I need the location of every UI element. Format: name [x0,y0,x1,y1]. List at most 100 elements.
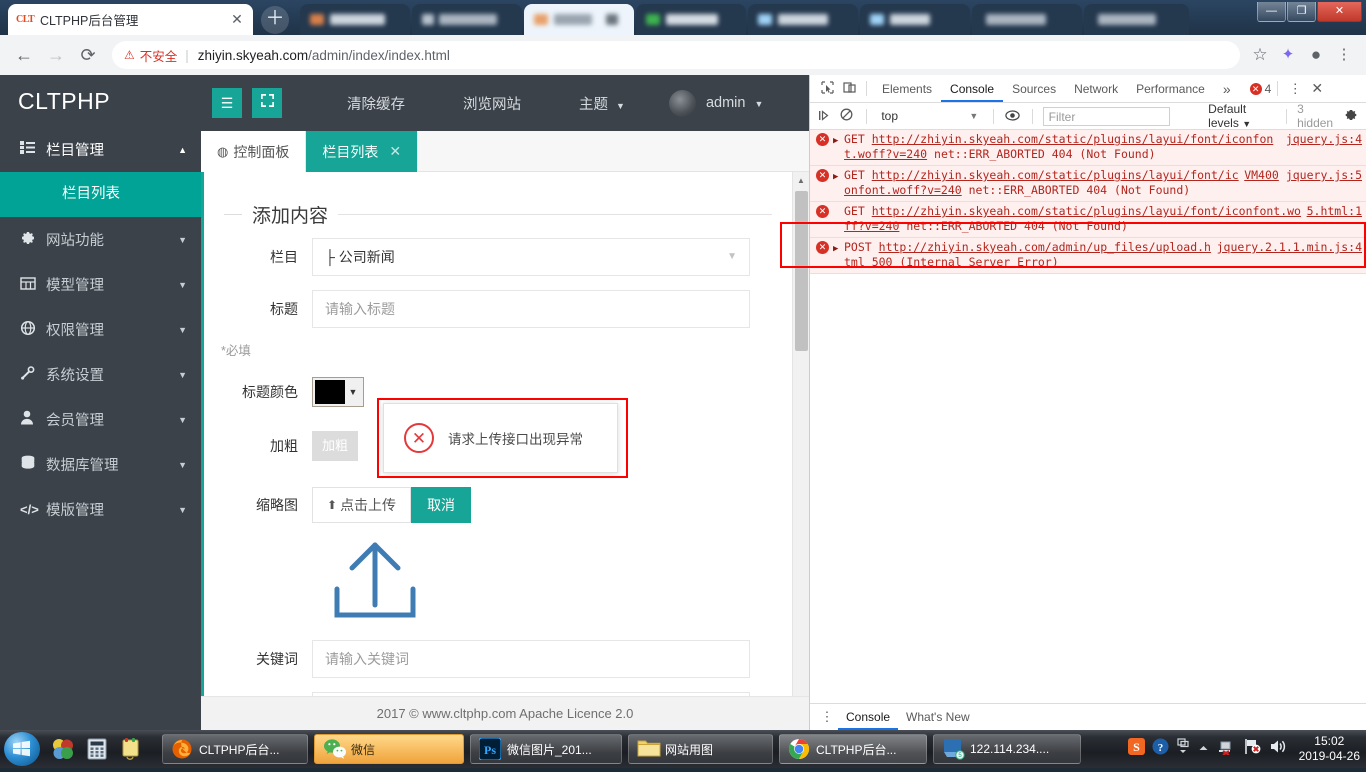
show-hidden-icons-icon[interactable] [1176,737,1190,762]
volume-icon[interactable] [1269,738,1288,760]
bold-toggle-button[interactable]: 加粗 [312,431,358,461]
back-icon[interactable]: ← [8,39,40,71]
expand-arrow-icon[interactable]: ▶ [833,242,840,270]
browser-tab-active[interactable]: CLT CLTPHP后台管理 ✕ [8,4,253,35]
sidebar-item-model-management[interactable]: 模型管理 ▼ [0,262,201,307]
browse-site-link[interactable]: 浏览网站 [463,93,521,114]
show-hidden-arrow-icon[interactable] [1197,740,1210,758]
upload-button[interactable]: ⬆ 点击上传 [312,487,412,523]
browser-tab-inactive[interactable] [524,4,634,35]
tab-column-list[interactable]: 栏目列表 ✕ [306,131,419,172]
execute-context-icon[interactable] [816,109,834,124]
security-label[interactable]: 不安全 [140,46,178,65]
browser-tab-inactive[interactable] [300,4,410,35]
browser-tab-inactive[interactable] [860,4,970,35]
clear-cache-link[interactable]: 清除缓存 [347,93,405,114]
sidebar-item-database-management[interactable]: 数据库管理 ▼ [0,442,201,487]
new-tab-button[interactable]: ＋ [261,6,289,34]
browser-tab-inactive[interactable] [412,4,522,35]
tab-dashboard[interactable]: ◍ 控制面板 [201,131,307,172]
quicklaunch-notes-icon[interactable] [114,732,148,766]
taskbar-button-folder[interactable]: 网站用图 [628,734,773,764]
tab-close-icon[interactable]: ✕ [229,11,245,28]
browser-tab-inactive[interactable] [748,4,858,35]
chevron-down-icon[interactable]: ▼ [345,387,361,397]
cancel-upload-button[interactable]: 取消 [411,487,472,523]
taskbar-button-remote-desktop[interactable]: 5 122.114.234.... [933,734,1081,764]
console-settings-gear-icon[interactable] [1342,108,1360,125]
taskbar-clock[interactable]: 15:02 2019-04-26 [1295,734,1360,764]
devtools-tab-console[interactable]: Console [941,75,1004,102]
taskbar-button-photoshop[interactable]: Ps 微信图片_201... [470,734,622,764]
sidebar-item-permission-management[interactable]: 权限管理 ▼ [0,307,201,352]
tab-close-icon[interactable]: ✕ [389,143,401,160]
sidebar-item-member-management[interactable]: 会员管理 ▼ [0,397,201,442]
browser-menu-icon[interactable]: ⋮ [1330,41,1358,69]
sidebar-toggle-icon[interactable]: ☰ [212,88,242,118]
console-message[interactable]: ✕ ▶ GET http://zhiyin.skyeah.com/static/… [810,202,1366,238]
quicklaunch-calculator-icon[interactable] [80,732,114,766]
devtools-tab-performance[interactable]: Performance [1127,75,1214,102]
fullscreen-icon[interactable] [252,88,282,118]
source-location[interactable]: 5.html:1 [1307,204,1362,234]
console-message[interactable]: ✕ ▶ POST http://zhiyin.skyeah.com/admin/… [810,238,1366,274]
devtools-tab-elements[interactable]: Elements [873,75,941,102]
action-center-flag-icon[interactable] [1243,738,1262,760]
minimize-button[interactable]: — [1257,2,1286,22]
devtools-tab-network[interactable]: Network [1065,75,1127,102]
execution-context-select[interactable]: top ▼ [876,107,983,126]
bookmark-star-icon[interactable]: ☆ [1246,41,1274,69]
devtools-close-icon[interactable]: ✕ [1306,80,1328,97]
toggle-device-toolbar-icon[interactable] [838,81,860,97]
live-expression-eye-icon[interactable] [1004,109,1022,124]
category-select[interactable]: ├ 公司新闻 ▼ [312,238,750,276]
quicklaunch-app-icon[interactable] [46,732,80,766]
console-message[interactable]: ✕ ▶ GET http://zhiyin.skyeah.com/static/… [810,130,1366,166]
source-location[interactable]: jquery.2.1.1.min.js:4 [1217,240,1362,270]
log-levels-dropdown[interactable]: Default levels ▼ [1208,102,1276,130]
taskbar-button-chrome[interactable]: CLTPHP后台... [779,734,927,764]
user-dropdown[interactable]: admin ▼ [706,95,763,111]
drawer-menu-icon[interactable]: ⋮ [816,709,838,725]
devtools-tab-sources[interactable]: Sources [1003,75,1065,102]
extension-icon[interactable]: ✦ [1274,41,1302,69]
forward-icon[interactable]: → [40,39,72,71]
drawer-tab-console[interactable]: Console [838,704,899,730]
devtools-menu-icon[interactable]: ⋮ [1284,81,1306,97]
error-count-badge[interactable]: ✕ 4 [1249,82,1271,96]
content-scrollbar[interactable]: ▲ ▼ [792,172,809,730]
sogou-input-icon[interactable]: S [1127,738,1145,760]
console-filter-input[interactable]: Filter [1042,106,1171,126]
restore-button[interactable]: ❐ [1287,2,1316,22]
console-message[interactable]: ✕ ▶ GET http://zhiyin.skyeah.com/static/… [810,166,1366,202]
taskbar-button-wechat[interactable]: 微信 [314,734,464,764]
source-location[interactable]: jquery.js:5 [1286,168,1362,198]
network-disconnected-icon[interactable] [1217,738,1236,760]
reload-icon[interactable]: ⟳ [72,39,104,71]
sidebar-item-columns[interactable]: 栏目管理 ▲ [0,127,201,172]
help-icon[interactable]: ? [1152,738,1169,760]
title-input[interactable]: 请输入标题 [312,290,750,328]
expand-arrow-icon[interactable]: ▶ [833,134,840,162]
scroll-up-arrow-icon[interactable]: ▲ [793,172,809,189]
browser-tab-inactive[interactable] [636,4,746,35]
taskbar-button-firefox[interactable]: CLTPHP后台... [162,734,308,764]
avatar[interactable] [668,89,696,117]
keywords-input[interactable]: 请输入关键词 [312,640,750,678]
clear-console-icon[interactable] [838,108,856,124]
sidebar-item-column-list[interactable]: 栏目列表 [0,172,201,217]
browser-tab-inactive[interactable] [1084,4,1189,35]
close-window-button[interactable]: ✕ [1317,2,1362,22]
start-button[interactable] [4,732,40,766]
address-bar[interactable]: ⚠ 不安全 | zhiyin.skyeah.com /admin/index/i… [112,41,1240,69]
more-tabs-icon[interactable]: » [1214,75,1240,102]
source-location[interactable]: jquery.js:4 [1286,132,1362,162]
scrollbar-thumb[interactable] [795,191,808,351]
sidebar-item-site-functions[interactable]: 网站功能 ▼ [0,217,201,262]
theme-dropdown[interactable]: 主题 ▼ [579,93,625,114]
drawer-tab-whats-new[interactable]: What's New [898,704,978,730]
title-color-picker[interactable]: ▼ [312,377,364,407]
expand-arrow-icon[interactable]: ▶ [833,170,840,198]
inspect-element-icon[interactable] [816,80,838,97]
browser-tab-inactive[interactable] [972,4,1082,35]
